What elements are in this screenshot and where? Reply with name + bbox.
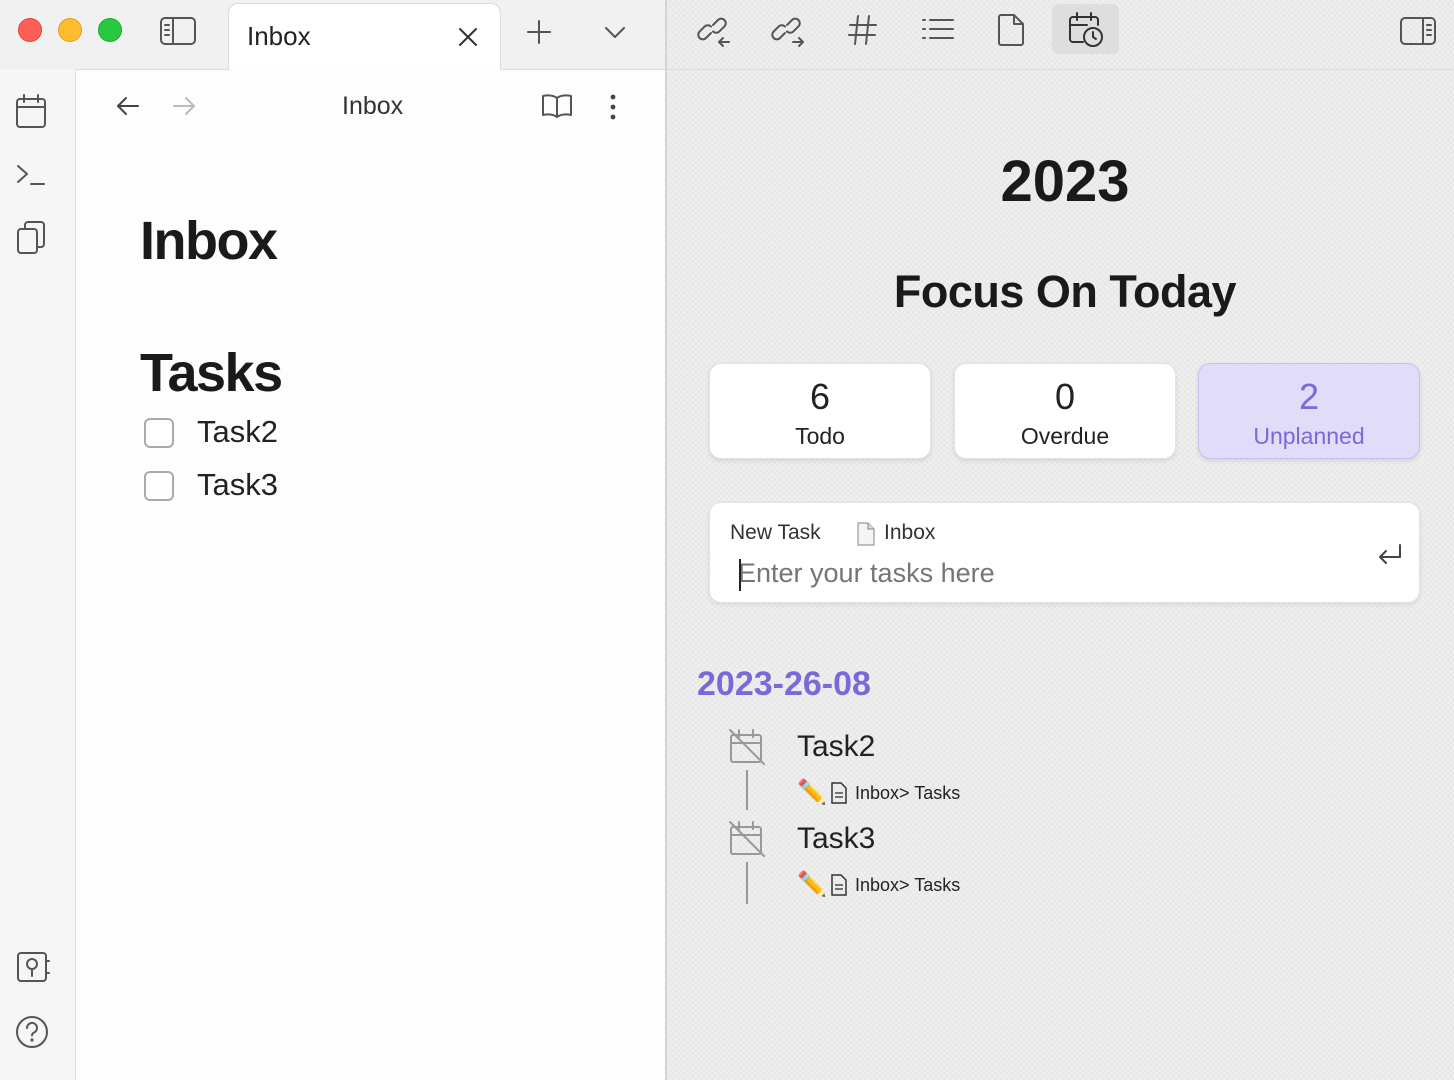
terminal-icon[interactable] bbox=[14, 160, 48, 190]
forward-arrow-icon[interactable] bbox=[170, 92, 198, 120]
tab-label: Inbox bbox=[247, 21, 311, 51]
planner-task-title[interactable]: Task3 bbox=[797, 822, 875, 856]
view-header-title[interactable]: Inbox bbox=[342, 92, 403, 121]
stat-label: Unplanned bbox=[1253, 423, 1365, 449]
timeline-connector bbox=[746, 862, 748, 904]
date-heading: 2023-26-08 bbox=[697, 665, 871, 703]
task-list-item: Task2 bbox=[144, 414, 544, 456]
stat-label: Todo bbox=[795, 423, 845, 449]
task-label: Task3 bbox=[197, 467, 278, 502]
stat-value: 6 bbox=[809, 376, 831, 417]
vault-icon[interactable] bbox=[14, 949, 50, 985]
submit-enter-icon[interactable] bbox=[1376, 541, 1404, 569]
calendar-icon[interactable] bbox=[14, 93, 48, 131]
document-icon bbox=[857, 522, 875, 546]
tab-list-chevron-down-icon[interactable] bbox=[601, 18, 629, 46]
toolbar-divider bbox=[667, 69, 1454, 70]
calendar-off-icon[interactable] bbox=[727, 819, 767, 859]
ribbon bbox=[0, 69, 76, 1080]
task-list-item: Task3 bbox=[144, 467, 544, 509]
document-icon bbox=[831, 782, 847, 804]
new-task-label: New Task bbox=[730, 521, 821, 544]
document-icon bbox=[831, 874, 847, 896]
outgoing-links-icon[interactable] bbox=[770, 12, 806, 48]
pencil-icon: ✏️ bbox=[797, 779, 827, 806]
note-title: Inbox bbox=[140, 211, 278, 271]
planner-task-meta: ✏️ Inbox> Tasks bbox=[797, 870, 1097, 900]
file-icon[interactable] bbox=[994, 12, 1028, 48]
new-tab-icon[interactable] bbox=[524, 17, 554, 47]
outline-icon[interactable] bbox=[920, 12, 956, 48]
task-checkbox[interactable] bbox=[144, 418, 174, 448]
text-cursor bbox=[739, 559, 741, 591]
overdue-stat-card[interactable]: 0 Overdue bbox=[954, 363, 1176, 459]
planner-heading: Focus On Today bbox=[893, 266, 1237, 317]
tab-inbox[interactable]: Inbox bbox=[228, 3, 501, 70]
planner-task-title[interactable]: Task2 bbox=[797, 730, 875, 764]
more-options-icon[interactable] bbox=[606, 92, 620, 122]
copy-files-icon[interactable] bbox=[14, 219, 48, 257]
task-source-path[interactable]: Inbox> Tasks bbox=[855, 783, 960, 804]
new-task-input[interactable] bbox=[738, 555, 1338, 591]
tab-strip: Inbox bbox=[0, 0, 666, 70]
help-icon[interactable] bbox=[14, 1014, 50, 1050]
target-file-selector[interactable]: Inbox bbox=[856, 521, 1006, 547]
tags-icon[interactable] bbox=[846, 12, 880, 48]
new-task-box: New Task Inbox bbox=[709, 502, 1420, 603]
stat-value: 0 bbox=[1054, 376, 1076, 417]
toggle-right-sidebar-icon[interactable] bbox=[1398, 14, 1438, 48]
task-checkbox[interactable] bbox=[144, 471, 174, 501]
todo-stat-card[interactable]: 6 Todo bbox=[709, 363, 931, 459]
calendar-clock-icon[interactable] bbox=[1052, 4, 1119, 54]
stat-label: Overdue bbox=[1020, 423, 1110, 449]
section-heading-tasks: Tasks bbox=[140, 343, 283, 403]
window-close-button[interactable] bbox=[18, 18, 42, 42]
timeline-connector bbox=[746, 770, 748, 810]
close-tab-icon[interactable] bbox=[455, 24, 481, 50]
calendar-off-icon[interactable] bbox=[727, 727, 767, 767]
task-source-path[interactable]: Inbox> Tasks bbox=[855, 875, 960, 896]
planner-year: 2023 bbox=[1000, 149, 1130, 214]
unplanned-stat-card[interactable]: 2 Unplanned bbox=[1198, 363, 1420, 459]
reading-view-book-icon[interactable] bbox=[540, 92, 574, 120]
window-zoom-button[interactable] bbox=[98, 18, 122, 42]
editor-pane: Inbox Inbox Tasks Task2 Task3 bbox=[76, 70, 665, 1080]
back-arrow-icon[interactable] bbox=[114, 92, 142, 120]
stat-value: 2 bbox=[1298, 376, 1320, 417]
backlinks-icon[interactable] bbox=[696, 12, 732, 48]
planner-task-meta: ✏️ Inbox> Tasks bbox=[797, 778, 1097, 808]
toggle-left-sidebar-icon[interactable] bbox=[158, 14, 198, 48]
pencil-icon: ✏️ bbox=[797, 871, 827, 898]
task-label: Task2 bbox=[197, 414, 278, 449]
window-minimize-button[interactable] bbox=[58, 18, 82, 42]
target-file-name: Inbox bbox=[884, 521, 936, 544]
